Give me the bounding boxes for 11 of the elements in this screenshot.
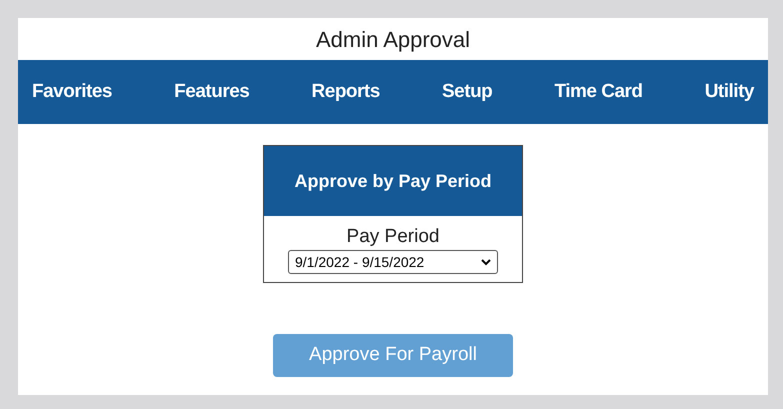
pay-period-select[interactable]: 9/1/2022 - 9/15/2022 [288, 250, 498, 274]
chevron-down-icon [481, 258, 491, 266]
field-label: Pay Period [346, 226, 440, 248]
card-title: Approve by Pay Period [294, 170, 492, 193]
nav-item[interactable]: Time Card [554, 78, 643, 106]
nav-item[interactable]: Setup [442, 78, 492, 106]
nav-item[interactable]: Favorites [32, 78, 112, 106]
page-title: Admin Approval [316, 26, 470, 54]
nav-item[interactable]: Features [174, 78, 250, 106]
nav-item[interactable]: Utility [704, 78, 754, 106]
nav-item[interactable]: Reports [312, 78, 380, 106]
